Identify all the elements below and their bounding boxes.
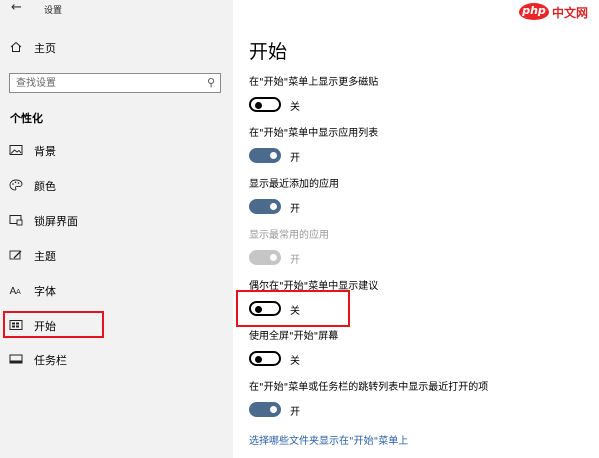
setting-jump-list-recent: 在"开始"菜单或任务栏的跳转列表中显示最近打开的项 开 [249,381,589,422]
setting-label: 在"开始"菜单上显示更多磁贴 [249,77,379,88]
toggle-state-label: 开 [290,204,300,215]
setting-label: 在"开始"菜单或任务栏的跳转列表中显示最近打开的项 [249,382,489,393]
sidebar-item-home[interactable]: 主页 [0,38,233,58]
setting-app-list: 在"开始"菜单中显示应用列表 开 [249,127,589,168]
toggle-state-label: 关 [290,102,300,113]
toggle-state-label: 开 [290,153,300,164]
toggle-switch[interactable] [249,97,281,112]
taskbar-icon [9,354,23,364]
window-title: 设置 [44,6,63,16]
title-bar: ← 设置 [0,0,233,20]
brush-icon [9,250,22,260]
back-arrow-icon[interactable]: ← [11,1,22,15]
picture-icon [9,145,23,155]
toggle-switch [249,250,281,265]
lock-screen-icon [9,215,23,226]
sidebar-item-label: 主题 [34,250,56,263]
main-content: 开始 在"开始"菜单上显示更多磁贴 关 在"开始"菜单中显示应用列表 开 显示最… [233,0,599,458]
sidebar-item-fonts[interactable]: A A 字体 [0,278,233,302]
setting-more-tiles: 在"开始"菜单上显示更多磁贴 关 [249,76,589,117]
setting-recent-apps: 显示最近添加的应用 开 [249,178,589,219]
sidebar-item-label: 主页 [34,42,56,55]
choose-folders-link[interactable]: 选择哪些文件夹显示在"开始"菜单上 [249,432,408,447]
palette-icon [9,179,23,191]
toggle-switch[interactable] [249,351,281,366]
logo-badge: php [519,3,549,20]
svg-text:A: A [16,288,21,296]
setting-fullscreen-start: 使用全屏"开始"屏幕 关 [249,330,589,371]
sidebar-item-taskbar[interactable]: 任务栏 [0,347,233,371]
page-title: 开始 [249,41,288,63]
highlight-annotation [236,290,350,327]
sidebar-item-label: 背景 [34,145,56,158]
setting-label: 显示最常用的应用 [249,230,329,241]
search-input[interactable] [10,74,198,92]
toggle-state-label: 关 [290,356,300,367]
toggle-switch[interactable] [249,402,281,417]
font-icon: A A [10,286,22,296]
sidebar-item-label: 字体 [34,285,56,298]
setting-label: 显示最近添加的应用 [249,179,339,190]
sidebar-item-label: 颜色 [34,180,56,193]
logo-badge-text: php [522,4,546,17]
sidebar-item-background[interactable]: 背景 [0,138,233,162]
setting-most-used-apps: 显示最常用的应用 开 [249,229,589,270]
toggle-state-label: 开 [290,255,300,266]
setting-label: 使用全屏"开始"屏幕 [249,331,339,342]
home-icon [10,41,22,52]
sidebar-item-label: 任务栏 [34,354,67,367]
search-icon[interactable]: ⚲ [207,76,215,89]
sidebar-item-colors[interactable]: 颜色 [0,173,233,197]
sidebar-item-label: 锁屏界面 [34,215,78,228]
highlight-annotation [3,311,104,338]
toggle-state-label: 开 [290,407,300,418]
setting-label: 在"开始"菜单中显示应用列表 [249,128,379,139]
sidebar-item-lock-screen[interactable]: 锁屏界面 [0,208,233,232]
logo-text: 中文网 [552,6,589,20]
section-heading: 个性化 [10,112,43,125]
php-logo: php 中文网 [519,3,596,20]
sidebar: ← 设置 主页 ⚲ 个性化 背景 颜色 锁屏界面 [0,0,233,458]
search-box: ⚲ [9,73,221,93]
toggle-switch[interactable] [249,148,281,163]
sidebar-item-themes[interactable]: 主题 [0,243,233,267]
toggle-switch[interactable] [249,199,281,214]
